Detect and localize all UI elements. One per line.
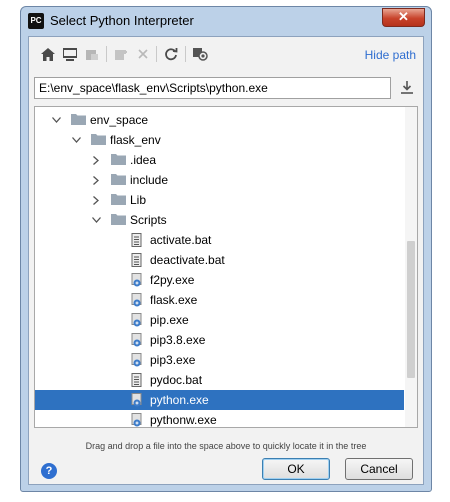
drag-drop-hint: Drag and drop a file into the space abov…	[85, 441, 367, 451]
executable-file-icon	[131, 273, 147, 287]
executable-file-icon	[131, 393, 147, 407]
tree-item-label: Lib	[130, 193, 147, 207]
toolbar-separator	[156, 46, 157, 62]
tree-folder-row[interactable]: Lib	[35, 190, 404, 210]
tree-item-label: activate.bat	[150, 233, 212, 247]
executable-file-icon	[131, 353, 147, 367]
text-file-icon	[131, 253, 147, 267]
refresh-icon[interactable]	[163, 46, 179, 62]
executable-file-icon	[131, 333, 147, 347]
project-folder-icon[interactable]	[84, 46, 100, 62]
tree-item-label: pip.exe	[150, 313, 189, 327]
tree-item-label: env_space	[90, 113, 149, 127]
tree-item-label: python.exe	[150, 393, 209, 407]
executable-file-icon	[131, 293, 147, 307]
tree-item-label: Scripts	[130, 213, 167, 227]
ok-button[interactable]: OK	[262, 458, 330, 480]
tree-file-row[interactable]: pythonw.exe	[35, 410, 404, 427]
text-file-icon	[131, 373, 147, 387]
tree-item-label: deactivate.bat	[150, 253, 225, 267]
toolbar: Hide path	[29, 37, 423, 67]
tree-file-row[interactable]: flask.exe	[35, 290, 404, 310]
tree-folder-row[interactable]: flask_env	[35, 130, 404, 150]
title-bar[interactable]: PC Select Python Interpreter ✕	[21, 7, 431, 35]
folder-icon	[71, 113, 87, 127]
tree-item-label: .idea	[130, 153, 157, 167]
path-row	[34, 77, 418, 99]
folder-icon	[111, 213, 127, 227]
tree-folder-row[interactable]: .idea	[35, 150, 404, 170]
home-icon[interactable]	[40, 46, 56, 62]
tree-folder-row[interactable]: env_space	[35, 110, 404, 130]
tree-item-label: f2py.exe	[150, 273, 195, 287]
chevron-down-icon[interactable]	[71, 135, 81, 145]
cancel-button[interactable]: Cancel	[345, 458, 413, 480]
tree-item-label: flask.exe	[150, 293, 198, 307]
toolbar-separator	[185, 46, 186, 62]
pycharm-icon: PC	[28, 13, 44, 29]
help-icon[interactable]: ?	[41, 463, 57, 479]
tree-item-label: include	[130, 173, 169, 187]
hide-path-link[interactable]: Hide path	[365, 48, 416, 62]
tree-file-row[interactable]: pip3.exe	[35, 350, 404, 370]
folder-icon	[111, 153, 127, 167]
chevron-down-icon[interactable]	[51, 115, 61, 125]
scrollbar[interactable]	[405, 107, 417, 427]
tree-item-label: pythonw.exe	[150, 413, 217, 427]
text-file-icon	[131, 233, 147, 247]
executable-file-icon	[131, 413, 147, 427]
window-title: Select Python Interpreter	[50, 13, 194, 28]
tree-folder-row[interactable]: include	[35, 170, 404, 190]
tree-file-row[interactable]: activate.bat	[35, 230, 404, 250]
chevron-down-icon[interactable]	[91, 215, 101, 225]
tree-file-row[interactable]: deactivate.bat	[35, 250, 404, 270]
chevron-right-icon[interactable]	[91, 155, 101, 165]
dialog-window: PC Select Python Interpreter ✕ Hide path…	[20, 6, 432, 492]
delete-icon[interactable]	[135, 46, 151, 62]
folder-icon	[111, 193, 127, 207]
close-button[interactable]: ✕	[382, 8, 425, 27]
desktop-icon[interactable]	[62, 46, 78, 62]
dialog-body: Hide path pythonw.exe python.exe pydoc.bat…	[28, 36, 424, 485]
tree-item-label: pip3.8.exe	[150, 333, 206, 347]
chevron-right-icon[interactable]	[91, 175, 101, 185]
chevron-right-icon[interactable]	[91, 195, 101, 205]
tree-file-row[interactable]: f2py.exe	[35, 270, 404, 290]
show-hidden-icon[interactable]	[192, 46, 208, 62]
file-tree[interactable]: pythonw.exe python.exe pydoc.bat pip3.exe pi…	[34, 106, 418, 428]
module-icon[interactable]	[113, 46, 129, 62]
executable-file-icon	[131, 313, 147, 327]
tree-file-row[interactable]: python.exe	[35, 390, 404, 410]
tree-folder-row[interactable]: Scripts	[35, 210, 404, 230]
tree-file-row[interactable]: pip.exe	[35, 310, 404, 330]
tree-item-label: pip3.exe	[150, 353, 196, 367]
download-icon[interactable]	[400, 80, 416, 96]
toolbar-separator	[106, 46, 107, 62]
tree-file-row[interactable]: pydoc.bat	[35, 370, 404, 390]
scrollbar-thumb[interactable]	[407, 241, 415, 378]
folder-icon	[91, 133, 107, 147]
folder-icon	[111, 173, 127, 187]
tree-item-label: flask_env	[110, 133, 161, 147]
tree-file-row[interactable]: pip3.8.exe	[35, 330, 404, 350]
tree-item-label: pydoc.bat	[150, 373, 203, 387]
path-input[interactable]	[34, 77, 391, 99]
